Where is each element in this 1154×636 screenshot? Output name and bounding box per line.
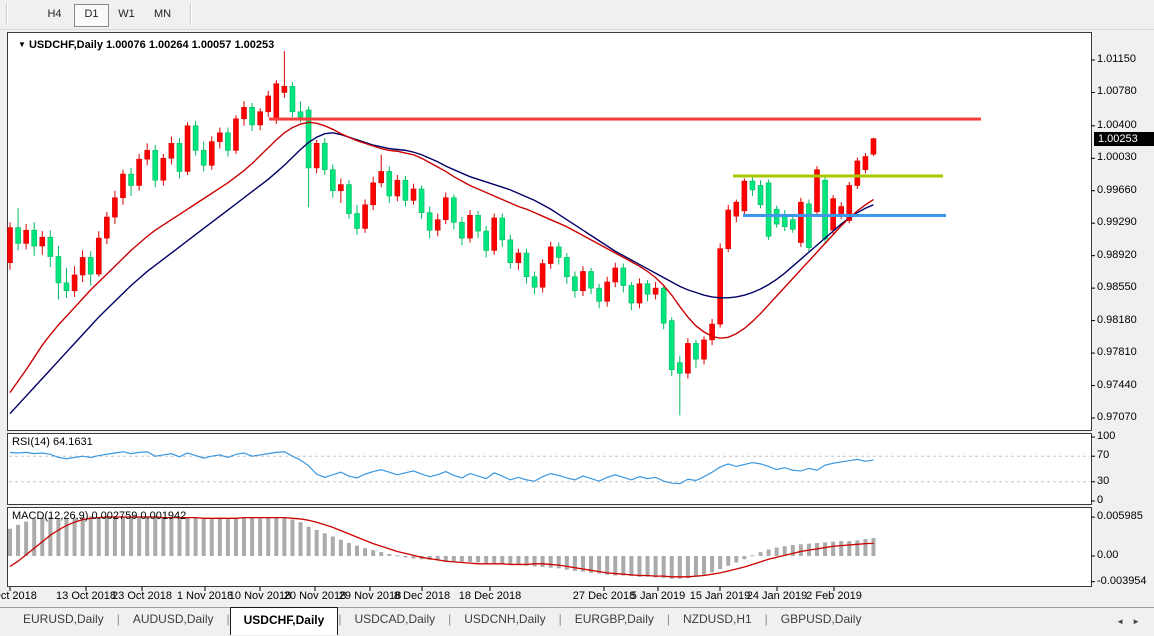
- timeframe-button-d1[interactable]: D1: [74, 4, 109, 27]
- macd-indicator-label: MACD(12,26,9) 0.002759 0.001942: [12, 510, 186, 522]
- current-price-tag: 1.00253: [1094, 132, 1154, 146]
- timeframe-button-mn[interactable]: MN: [146, 4, 179, 25]
- rsi-axis-label: 0: [1097, 494, 1103, 506]
- price-axis-label: 0.98550: [1097, 281, 1137, 293]
- chart-title: ▼ USDCHF,Daily 1.00076 1.00264 1.00057 1…: [18, 39, 274, 51]
- rsi-axis-label: 70: [1097, 449, 1109, 461]
- tab-scroll-right-icon[interactable]: ►: [1132, 617, 1148, 626]
- tab-eurusd[interactable]: EURUSD,Daily: [10, 608, 117, 634]
- chart-tabs: EURUSD,Daily|AUDUSD,Daily|USDCHF,Daily|U…: [10, 608, 874, 636]
- rsi-indicator-panel[interactable]: [7, 433, 1092, 505]
- price-axis-label: 0.99660: [1097, 184, 1137, 196]
- date-axis-label: 1 Nov 2018: [177, 590, 233, 602]
- date-axis-label: 27 Dec 2018: [573, 590, 635, 602]
- date-axis-label: 15 Jan 2019: [690, 590, 751, 602]
- timeframe-button-h4[interactable]: H4: [38, 4, 71, 25]
- toolbar-separator: [190, 3, 192, 26]
- tab-eurgbp[interactable]: EURGBP,Daily: [562, 608, 667, 634]
- date-axis-label: 10 Nov 2018: [229, 590, 291, 602]
- date-axis-label: 20 Nov 2018: [284, 590, 346, 602]
- date-axis-label: 18 Dec 2018: [459, 590, 521, 602]
- price-axis-label: 0.99290: [1097, 216, 1137, 228]
- symbol-dropdown-icon[interactable]: ▼: [18, 40, 26, 49]
- macd-axis-label: 0.00: [1097, 549, 1118, 561]
- timeframe-button-w1[interactable]: W1: [110, 4, 143, 25]
- tab-scroll-left-icon[interactable]: ◄: [1116, 617, 1132, 626]
- price-chart-panel[interactable]: [7, 32, 1092, 431]
- price-axis-label: 0.98180: [1097, 314, 1137, 326]
- rsi-axis-label: 30: [1097, 475, 1109, 487]
- date-axis-label: 5 Jan 2019: [631, 590, 685, 602]
- price-axis-label: 0.97810: [1097, 346, 1137, 358]
- tab-usdcnh[interactable]: USDCNH,Daily: [451, 608, 558, 634]
- date-axis-label: 23 Oct 2018: [112, 590, 172, 602]
- date-axis-label: 8 Dec 2018: [394, 590, 450, 602]
- chart-tab-bar: EURUSD,Daily|AUDUSD,Daily|USDCHF,Daily|U…: [0, 607, 1154, 636]
- date-axis-label: 13 Oct 2018: [56, 590, 116, 602]
- timeframe-toolbar: H4D1W1MN: [0, 0, 1154, 30]
- price-axis-label: 1.00400: [1097, 119, 1137, 131]
- tab-usdchf[interactable]: USDCHF,Daily: [230, 607, 339, 635]
- price-axis-label: 1.00780: [1097, 85, 1137, 97]
- toolbar-separator: [6, 3, 8, 26]
- date-axis-label: 2 Feb 2019: [806, 590, 862, 602]
- chart-ohlc-values: 1.00076 1.00264 1.00057 1.00253: [106, 39, 274, 51]
- price-axis-label: 1.00030: [1097, 151, 1137, 163]
- chart-symbol-label: USDCHF,Daily: [29, 39, 103, 51]
- rsi-indicator-label: RSI(14) 64.1631: [12, 436, 93, 448]
- date-axis-label: 24 Jan 2019: [747, 590, 808, 602]
- rsi-axis-label: 100: [1097, 430, 1115, 442]
- mt4-window: { "toolbar": { "buttons": [ {"label": "H…: [0, 0, 1154, 635]
- macd-axis-label: -0.003954: [1097, 575, 1147, 587]
- tab-scroll-arrows: ◄►: [1116, 617, 1148, 626]
- macd-axis-label: 0.005985: [1097, 510, 1143, 522]
- tab-audusd[interactable]: AUDUSD,Daily: [120, 608, 227, 634]
- tab-usdcad[interactable]: USDCAD,Daily: [341, 608, 448, 634]
- tab-nzdusd[interactable]: NZDUSD,H1: [670, 608, 765, 634]
- price-axis-label: 0.97070: [1097, 411, 1137, 423]
- price-axis-label: 0.98920: [1097, 249, 1137, 261]
- price-axis-label: 0.97440: [1097, 379, 1137, 391]
- tab-gbpusd[interactable]: GBPUSD,Daily: [768, 608, 875, 634]
- date-axis-label: 29 Nov 2018: [339, 590, 401, 602]
- price-axis-label: 1.01150: [1097, 53, 1136, 65]
- date-axis-label: 4 Oct 2018: [0, 590, 37, 602]
